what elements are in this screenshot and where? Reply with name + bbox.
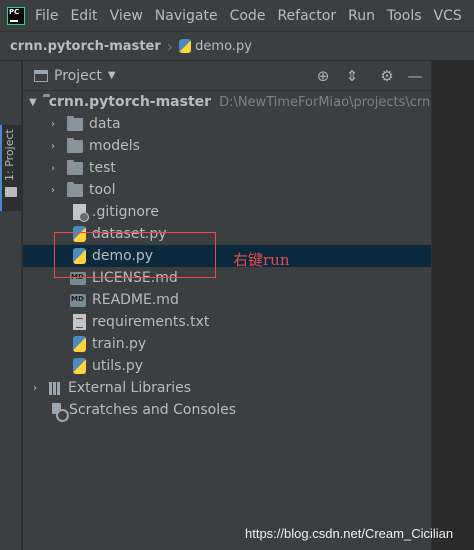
tree-item-label: test <box>89 160 116 176</box>
tree-item-label: data <box>89 116 121 132</box>
tree-file-gitignore[interactable]: .gitignore <box>23 201 431 223</box>
markdown-file-icon <box>70 293 86 307</box>
tree-item-label: README.md <box>92 292 179 308</box>
menu-code[interactable]: Code <box>230 8 266 24</box>
collapse-arrow-icon[interactable]: › <box>47 141 59 152</box>
logo-text: PC <box>9 7 20 16</box>
tree-external-libraries[interactable]: › External Libraries <box>23 377 431 399</box>
collapse-arrow-icon[interactable]: › <box>47 119 59 130</box>
project-window-icon <box>34 69 48 82</box>
tree-file-train-py[interactable]: train.py <box>23 333 431 355</box>
menu-bar: PC File Edit View Navigate Code Refactor… <box>0 0 474 31</box>
tree-item-label: utils.py <box>92 358 144 374</box>
project-panel-title[interactable]: Project <box>54 68 102 84</box>
python-file-icon <box>73 358 86 374</box>
tree-scratches[interactable]: Scratches and Consoles <box>23 399 431 422</box>
folder-icon <box>67 181 83 197</box>
breadcrumb-file[interactable]: demo.py <box>179 39 252 54</box>
folder-icon <box>67 137 83 153</box>
expand-arrow-icon[interactable]: ▼ <box>29 97 37 108</box>
scratches-icon <box>50 402 69 422</box>
tree-item-label: requirements.txt <box>92 314 210 330</box>
left-tool-stripe: 1: Project <box>0 61 22 550</box>
tree-root-path: D:\NewTimeForMiao\projects\crnn <box>219 94 439 110</box>
pycharm-logo-icon: PC <box>7 6 25 25</box>
menu-tools[interactable]: Tools <box>387 8 422 24</box>
collapse-arrow-icon[interactable]: › <box>47 163 59 174</box>
tree-file-utils-py[interactable]: utils.py <box>23 355 431 377</box>
tree-file-requirements-txt[interactable]: requirements.txt <box>23 311 431 333</box>
breadcrumb-separator-icon: › <box>166 36 174 56</box>
tree-folder-models[interactable]: › models <box>23 135 431 157</box>
tree-root[interactable]: ▼ crnn.pytorch-master D:\NewTimeForMiao\… <box>23 91 438 113</box>
collapse-arrow-icon[interactable]: › <box>47 185 59 196</box>
library-icon <box>49 381 64 395</box>
hide-panel-icon[interactable]: — <box>406 67 424 85</box>
menu-navigate[interactable]: Navigate <box>155 8 218 24</box>
breadcrumb-file-label: demo.py <box>195 38 252 54</box>
tree-item-label: tool <box>89 182 116 198</box>
menu-file[interactable]: File <box>35 8 58 24</box>
tree-item-label: Scratches and Consoles <box>69 402 236 418</box>
project-tool-tab-label: 1: Project <box>3 129 16 181</box>
watermark-text: https://blog.csdn.net/Cream_Cicilian <box>245 526 454 541</box>
tree-folder-data[interactable]: › data <box>23 113 431 135</box>
folder-icon <box>67 115 83 131</box>
tree-item-label: models <box>89 138 140 154</box>
collapse-all-icon[interactable]: ⇕ <box>343 67 361 85</box>
tree-folder-test[interactable]: › test <box>23 157 431 179</box>
tree-item-label: .gitignore <box>92 204 159 220</box>
folder-icon <box>67 159 83 175</box>
tree-item-label: train.py <box>92 336 147 352</box>
python-file-icon <box>179 39 192 53</box>
locate-target-icon[interactable]: ⊕ <box>314 67 332 85</box>
menu-run[interactable]: Run <box>348 8 375 24</box>
breadcrumb: crnn.pytorch-master › demo.py <box>0 31 474 61</box>
menu-view[interactable]: View <box>110 8 143 24</box>
breadcrumb-project[interactable]: crnn.pytorch-master <box>10 39 161 54</box>
menu-vcs[interactable]: VCS <box>434 8 462 24</box>
project-panel: Project ▼ ⊕ ⇕ ⚙ — ▼ crnn.pytorch-master … <box>23 61 438 550</box>
project-panel-header: Project ▼ ⊕ ⇕ ⚙ — <box>23 61 431 91</box>
settings-gear-icon[interactable]: ⚙ <box>378 67 396 85</box>
project-folder-icon <box>5 187 17 197</box>
annotation-text: 右键run <box>233 251 290 269</box>
collapse-arrow-icon[interactable]: › <box>29 383 41 394</box>
tree-folder-tool[interactable]: › tool <box>23 179 431 201</box>
view-dropdown-icon[interactable]: ▼ <box>108 70 116 81</box>
annotation-highlight-box <box>54 232 216 278</box>
menu-edit[interactable]: Edit <box>70 8 97 24</box>
tree-item-label: External Libraries <box>68 380 191 396</box>
text-file-icon <box>73 314 86 330</box>
python-file-icon <box>73 336 86 352</box>
editor-area[interactable] <box>431 61 474 550</box>
tree-file-readme-md[interactable]: README.md <box>23 289 431 311</box>
gitignore-file-icon <box>73 204 89 222</box>
menu-refactor[interactable]: Refactor <box>277 8 336 24</box>
tree-root-label: crnn.pytorch-master <box>48 94 212 110</box>
